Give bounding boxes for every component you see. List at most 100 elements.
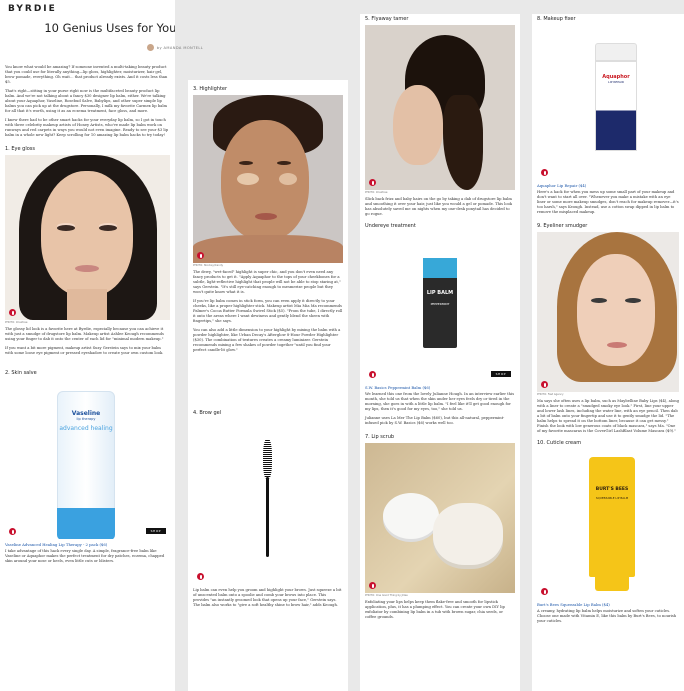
flyaway-photo xyxy=(365,25,515,190)
eyeliner-smudger-photo xyxy=(537,232,679,392)
lips xyxy=(75,265,99,272)
pinterest-icon[interactable] xyxy=(541,588,548,595)
highlight-sheen-2 xyxy=(279,173,297,185)
ponytail xyxy=(443,95,483,190)
article-byline: by AMANDA MONTELL xyxy=(0,40,350,51)
photo-credit: PHOTO: Imaxtree xyxy=(365,191,388,194)
shoulder xyxy=(193,235,343,263)
burts-cap xyxy=(595,577,629,591)
swbasics-sub-label: PEPPERMINT xyxy=(430,302,450,306)
spoolie-handle xyxy=(266,477,269,557)
brow-gel-photo xyxy=(193,419,343,584)
swbasics-cap xyxy=(423,258,457,278)
burts-brand-label: BURT'S BEES xyxy=(595,487,629,492)
left-eye xyxy=(239,161,253,165)
swbasics-stick: LIP BALM PEPPERMINT xyxy=(423,258,457,348)
undereye-product-link[interactable]: S.W. Basics Peppermint Balm ($6) xyxy=(360,385,520,390)
pinterest-icon[interactable] xyxy=(369,371,376,378)
vaseline-sub-label: lip therapy xyxy=(76,417,96,421)
section-heading-brow-gel: 4. Brow gel xyxy=(193,410,222,416)
section-heading-highlighter: 3. Highlighter xyxy=(193,86,228,92)
pinterest-icon[interactable] xyxy=(541,169,548,176)
vaseline-brand-label: Vaseline xyxy=(71,410,101,417)
undereye-text-2: Julianne uses La Mer The Lip Balm ($60),… xyxy=(365,416,505,425)
aquaphor-sub-label: LIP REPAIR xyxy=(608,80,624,84)
article-column-3: 5. Flyaway tamer PHOTO: Imaxtree Slick b… xyxy=(360,14,520,691)
neck xyxy=(67,289,107,320)
makeup-fixer-product-link[interactable]: Aquaphor Lip Repair ($4) xyxy=(532,183,684,188)
lips xyxy=(607,342,627,348)
photo-credit: PHOTO: Fast Agency xyxy=(537,393,564,396)
section-heading-skin-salve: 2. Skin salve xyxy=(5,370,37,376)
flyaway-text: Slick back frizz and baby hairs on the g… xyxy=(365,197,513,216)
author-avatar xyxy=(146,44,154,51)
scrub-jar xyxy=(433,503,503,565)
lip-scrub-text: Exfoliating your lips helps keep them fl… xyxy=(365,600,505,619)
face xyxy=(41,171,133,296)
right-eye xyxy=(625,298,641,303)
scrub-jar-lid xyxy=(383,493,439,539)
intro-paragraph-2: That's right—sitting in your purse right… xyxy=(5,89,168,113)
right-eye xyxy=(277,161,291,165)
eye-gloss-text-2: If you want a bit more pigment, makeup a… xyxy=(5,346,164,355)
cuticle-cream-text: A creamy, hydrating lip balm helps moist… xyxy=(537,609,677,623)
highlighter-photo xyxy=(193,95,343,263)
section-heading-flyaway-tamer: 5. Flyaway tamer xyxy=(365,16,409,22)
author-name[interactable]: by AMANDA MONTELL xyxy=(157,46,203,50)
section-heading-lip-scrub: 7. Lip scrub xyxy=(365,434,395,440)
left-eye xyxy=(591,298,607,303)
skin-salve-product-image: Vaseline lip therapy advanced healing SH… xyxy=(5,379,170,539)
pinterest-icon[interactable] xyxy=(197,252,204,259)
left-eye xyxy=(57,225,75,231)
burts-sub-label: SQUEEZABLE LIP BALM xyxy=(595,496,629,500)
pinterest-icon[interactable] xyxy=(9,528,16,535)
vaseline-cap xyxy=(57,508,115,539)
vaseline-tube: Vaseline lip therapy advanced healing xyxy=(57,391,115,539)
skin-salve-product-link[interactable]: Vaseline Advanced Healing Lip Therapy - … xyxy=(0,542,175,547)
brow-gel-text: Lip balm can even help you groom and hig… xyxy=(193,588,342,607)
shop-button[interactable]: SHOP xyxy=(490,371,511,377)
pinterest-icon[interactable] xyxy=(369,582,376,589)
article-column-4: 8. Makeup fixer Aquaphor LIP REPAIR Aqua… xyxy=(532,14,684,691)
section-heading-cuticle-cream: 10. Cuticle cream xyxy=(537,440,582,446)
skin-salve-text: I take advantage of this hack every sing… xyxy=(5,549,165,563)
pinterest-icon[interactable] xyxy=(541,381,548,388)
intro-paragraph-1: You know what would be amazing? If someo… xyxy=(5,65,168,84)
cuticle-cream-product-link[interactable]: Burt's Bees Squeezable Lip Balm ($4) xyxy=(532,602,684,607)
section-heading-undereye: Undereye treatment xyxy=(365,223,416,229)
eyeliner-smudger-text: Ma says she often uses a lip balm, such … xyxy=(537,399,679,433)
aquaphor-tube: Aquaphor LIP REPAIR xyxy=(595,61,637,151)
eye-gloss-photo xyxy=(5,155,170,320)
article-column-2b: 4. Brow gel Lip balm can even help you g… xyxy=(188,404,348,691)
makeup-fixer-text: Here's a hack for when you mess up some … xyxy=(537,190,679,214)
highlight-sheen xyxy=(237,173,259,185)
section-heading-makeup-fixer: 8. Makeup fixer xyxy=(537,16,576,22)
pinterest-icon[interactable] xyxy=(9,309,16,316)
article-column-1: BYRDIE 10 Genius Uses for Your Drugstore… xyxy=(0,0,175,691)
shop-button[interactable]: SHOP xyxy=(145,528,166,534)
aquaphor-cap xyxy=(595,43,637,61)
lips xyxy=(255,213,277,220)
right-eye xyxy=(99,225,117,231)
section-heading-eyeliner-smudger: 9. Eyeliner smudger xyxy=(537,223,588,229)
pinterest-icon[interactable] xyxy=(197,573,204,580)
cuticle-cream-product-image: BURT'S BEES SQUEEZABLE LIP BALM xyxy=(537,449,679,599)
burts-tube: BURT'S BEES SQUEEZABLE LIP BALM xyxy=(589,457,635,577)
undereye-text: We learned this one from the lovely Juli… xyxy=(365,392,515,411)
lip-scrub-photo xyxy=(365,443,515,593)
makeup-fixer-product-image: Aquaphor LIP REPAIR xyxy=(537,25,679,180)
section-heading-eye-gloss: 1. Eye gloss xyxy=(5,146,35,152)
highlighter-text: The dewy, "wet-faced" highlight is super… xyxy=(193,270,341,294)
pinterest-icon[interactable] xyxy=(369,179,376,186)
photo-credit: PHOTO: One Good Thing by Jillee xyxy=(365,594,408,597)
highlighter-text-2: If you're lip balm comes in stick form, … xyxy=(193,299,343,323)
swbasics-label: LIP BALM xyxy=(426,290,454,296)
article-title: 10 Genius Uses for Your Drugstore Lip Ba… xyxy=(44,21,175,35)
intro-paragraph-3: I knew there had to be other smart hacks… xyxy=(5,118,169,137)
eye-gloss-text: The glossy lid look is a favorite here a… xyxy=(5,327,164,341)
face xyxy=(393,85,443,165)
undereye-product-image: LIP BALM PEPPERMINT SHOP xyxy=(365,232,515,382)
photo-credit: PHOTO: Stocksy/Candy xyxy=(193,264,223,267)
spoolie-brush xyxy=(263,439,272,479)
photo-credit: PHOTO: Imaxtree xyxy=(5,321,28,324)
